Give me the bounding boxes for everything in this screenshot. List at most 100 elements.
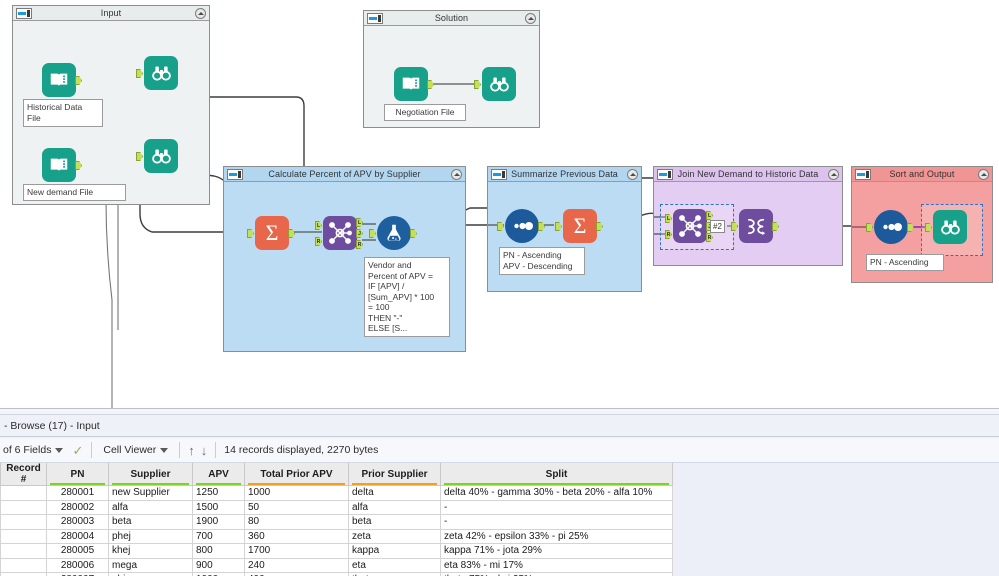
container-header[interactable]: Input [13,6,209,21]
table-cell[interactable]: 80 [244,514,349,530]
table-cell[interactable]: zeta [348,528,441,544]
table-cell[interactable]: 1000 [244,485,349,501]
table-row[interactable]: 280002 alfa 1500 50 alfa - [0,499,673,515]
sort-tool[interactable] [497,209,545,243]
table-cell[interactable]: kappa 71% - jota 29% [440,543,673,559]
table-cell[interactable] [0,572,47,576]
table-cell[interactable]: phej [108,528,193,544]
table-cell[interactable]: new Supplier [108,485,193,501]
tool-container-summarize-previous-data[interactable]: Summarize Previous Data PN - Ascending A… [487,166,642,292]
results-pane[interactable]: - Browse (17) - Input of 6 Fields ✓ Cell… [0,408,999,576]
table-row[interactable]: 280005 khej 800 1700 kappa kappa 71% - jota 2… [0,543,673,559]
container-header[interactable]: Join New Demand to Historic Data [654,167,842,182]
table-cell[interactable]: - [440,514,673,530]
summarize-tool[interactable]: Σ [555,209,603,243]
collapse-icon[interactable] [525,13,536,24]
collapse-icon[interactable] [627,169,638,180]
workflow-canvas[interactable]: Input Historical Data File New demand Fi… [0,0,999,408]
sort-tool[interactable] [866,210,914,244]
table-cell[interactable]: 1250 [192,485,245,501]
table-cell[interactable]: 400 [244,572,349,576]
table-cell[interactable]: 900 [192,557,245,573]
fields-selector[interactable]: of 6 Fields [0,440,66,460]
table-cell[interactable]: 280001 [46,485,109,501]
results-grid[interactable]: Record # PN Supplier APV Total Prior APV Prio… [0,463,999,576]
summarize-tool[interactable]: Σ [247,216,295,250]
union-tool[interactable] [731,209,779,243]
chevron-down-icon[interactable] [55,447,64,453]
tool-container-solution[interactable]: Solution Negotiation File [363,10,540,128]
table-cell[interactable]: delta [348,485,441,501]
column-header[interactable]: APV [192,463,245,486]
table-cell[interactable]: phi [108,572,193,576]
tool-container-calculate-percent-of-apv[interactable]: Calculate Percent of APV by Supplier Σ L… [223,166,466,352]
table-cell[interactable] [0,499,47,515]
table-row[interactable]: 280003 beta 1900 80 beta - [0,514,673,530]
collapse-icon[interactable] [451,169,462,180]
table-cell[interactable] [0,543,47,559]
output-anchor[interactable] [75,161,82,170]
column-header[interactable]: Record # [0,463,47,486]
table-cell[interactable]: beta [108,514,193,530]
table-cell[interactable]: 700 [192,528,245,544]
table-cell[interactable]: 280006 [46,557,109,573]
output-anchor[interactable] [75,76,82,85]
table-cell[interactable]: theta [348,572,441,576]
input-data-tool[interactable] [42,148,82,182]
input-data-tool[interactable] [42,63,82,97]
table-cell[interactable]: mega [108,557,193,573]
input-anchor[interactable] [136,69,143,78]
column-header[interactable]: Prior Supplier [348,463,441,486]
scroll-up-icon[interactable]: ↑ [188,444,195,457]
container-header[interactable]: Solution [364,11,539,26]
input-data-tool[interactable] [394,67,434,101]
join-tool[interactable]: L R [315,216,363,250]
container-header[interactable]: Sort and Output [852,167,992,182]
table-cell[interactable]: 1700 [244,543,349,559]
scroll-down-icon[interactable]: ↓ [201,444,208,457]
table-cell[interactable]: 50 [244,499,349,515]
collapse-icon[interactable] [828,169,839,180]
table-cell[interactable]: 280004 [46,528,109,544]
table-cell[interactable]: 280002 [46,499,109,515]
container-header[interactable]: Summarize Previous Data [488,167,641,182]
formula-tool[interactable] [369,216,417,250]
collapse-icon[interactable] [195,8,206,19]
table-cell[interactable]: zeta 42% - epsilon 33% - pi 25% [440,528,673,544]
table-cell[interactable]: 800 [192,543,245,559]
table-cell[interactable]: 360 [244,528,349,544]
table-cell[interactable]: 280003 [46,514,109,530]
table-cell[interactable]: eta 83% - mi 17% [440,557,673,573]
tool-container-sort-and-output[interactable]: Sort and Output PN - Ascending [851,166,993,283]
table-cell[interactable] [0,557,47,573]
table-row[interactable]: 280007phi1000400thetatheta 75% - ksi 25% [0,572,673,576]
join-tool[interactable]: L R [665,209,713,243]
table-cell[interactable]: 280005 [46,543,109,559]
table-cell[interactable]: theta 75% - ksi 25% [440,572,673,576]
cell-viewer-selector[interactable]: Cell Viewer [100,440,171,460]
table-cell[interactable]: 1500 [192,499,245,515]
tool-container-input[interactable]: Input Historical Data File New demand Fi… [12,5,210,205]
browse-tool[interactable] [925,210,967,244]
table-cell[interactable]: - [440,499,673,515]
column-header[interactable]: Split [440,463,673,486]
column-header[interactable]: PN [46,463,109,486]
column-header[interactable]: Total Prior APV [244,463,349,486]
table-cell[interactable]: alfa [108,499,193,515]
table-cell[interactable]: 280007 [46,572,109,576]
collapse-icon[interactable] [978,169,989,180]
table-cell[interactable]: kappa [348,543,441,559]
table-row[interactable]: 280004 phej 700 360 zeta zeta 42% - epsilon 3… [0,528,673,544]
input-anchor[interactable] [136,152,143,161]
table-cell[interactable]: khej [108,543,193,559]
table-cell[interactable]: 240 [244,557,349,573]
container-header[interactable]: Calculate Percent of APV by Supplier [224,167,465,182]
table-cell[interactable]: eta [348,557,441,573]
table-cell[interactable]: beta [348,514,441,530]
browse-tool[interactable] [136,56,178,90]
table-cell[interactable]: delta 40% - gamma 30% - beta 20% - alfa … [440,485,673,501]
table-cell[interactable]: 1900 [192,514,245,530]
table-row[interactable]: 280001 new Supplier 1250 1000 delta delta 40%… [0,485,673,501]
table-cell[interactable]: alfa [348,499,441,515]
browse-tool[interactable] [474,67,516,101]
